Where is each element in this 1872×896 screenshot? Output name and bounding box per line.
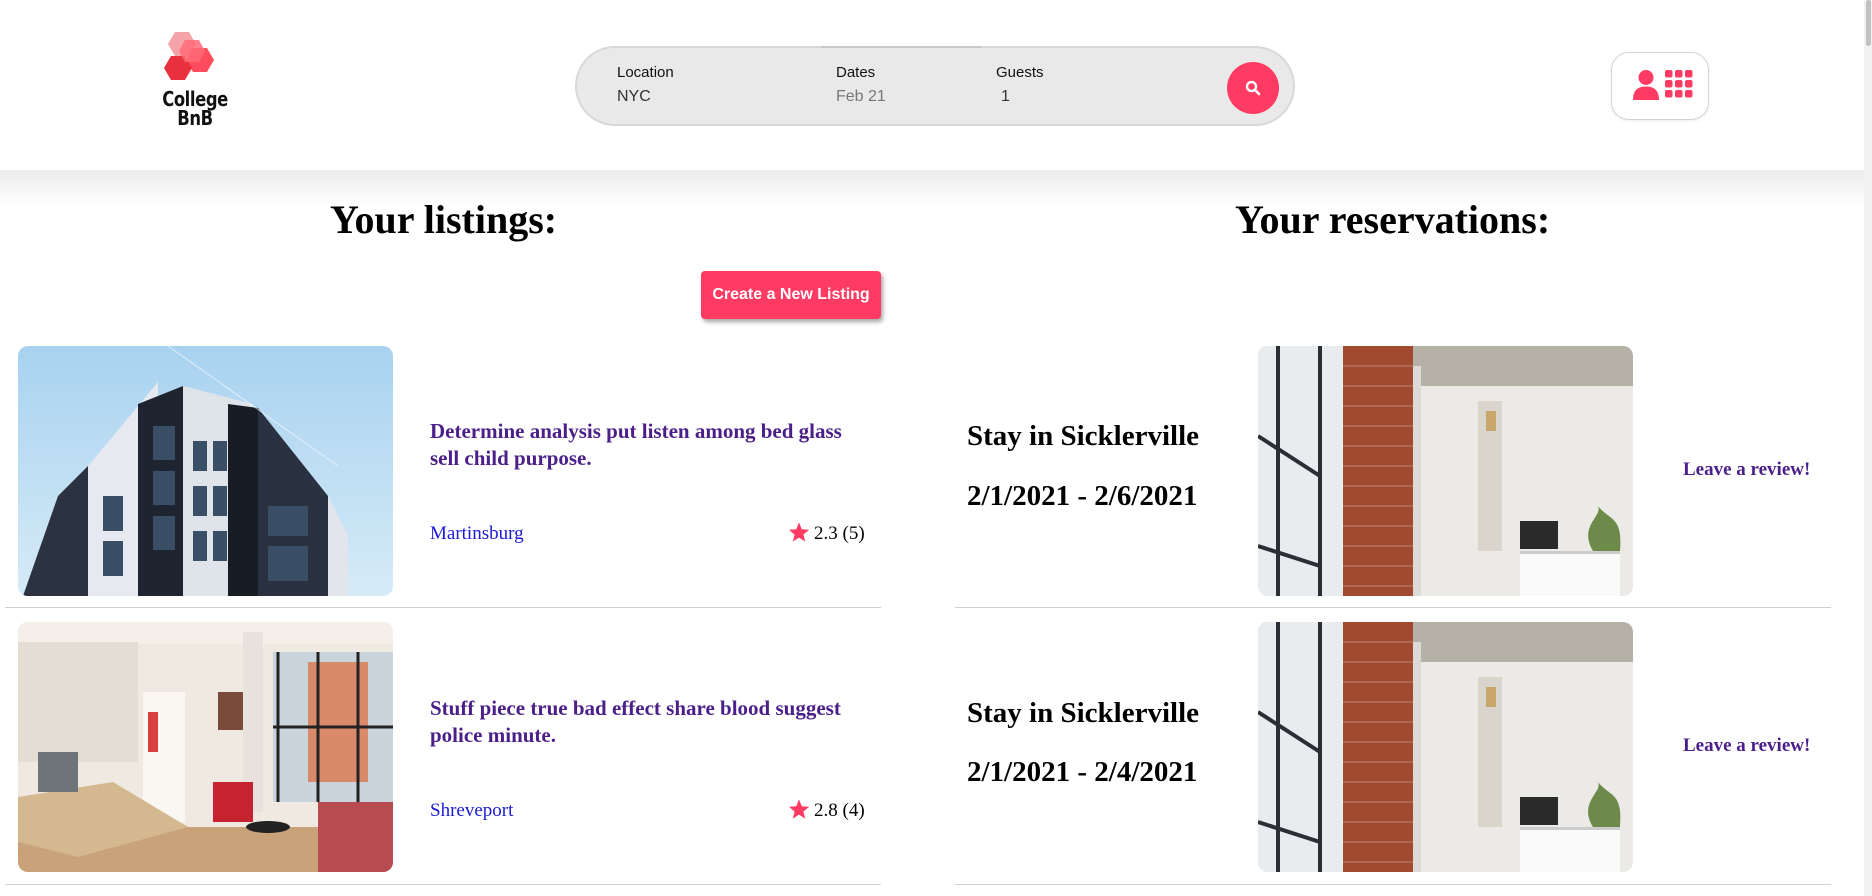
logo-text: College BnB bbox=[162, 89, 228, 130]
listing-image[interactable] bbox=[18, 622, 393, 872]
search-button[interactable] bbox=[1227, 62, 1279, 114]
user-menu-button[interactable] bbox=[1611, 52, 1709, 120]
top-header: College BnB Location NYC Dates Feb 21 Gu… bbox=[0, 0, 1872, 170]
dates-field[interactable]: Dates Feb 21 bbox=[836, 64, 886, 106]
leave-review-link[interactable]: Leave a review! bbox=[1683, 735, 1810, 757]
search-icon bbox=[1245, 80, 1261, 96]
listing-divider bbox=[5, 884, 881, 885]
dates-input[interactable]: Feb 21 bbox=[836, 88, 886, 106]
page-scrollbar[interactable] bbox=[1864, 0, 1872, 896]
grid-menu-icon bbox=[1665, 70, 1693, 98]
rating-value: 2.8 (4) bbox=[814, 800, 865, 821]
listing-image[interactable] bbox=[18, 346, 393, 596]
reservation-divider bbox=[955, 607, 1831, 608]
listing-title-link[interactable]: Stuff piece true bad effect share blood … bbox=[430, 695, 870, 749]
logo-hexagons-icon bbox=[164, 32, 214, 80]
reservation-image[interactable] bbox=[1258, 622, 1633, 872]
search-bar-divider bbox=[821, 46, 981, 48]
reservation-divider bbox=[955, 884, 1831, 885]
brick-wall-loft-photo bbox=[1258, 346, 1633, 596]
listing-title-link[interactable]: Determine analysis put listen among bed … bbox=[430, 418, 870, 472]
search-bar[interactable]: Location NYC Dates Feb 21 Guests 1 bbox=[575, 46, 1295, 126]
brick-wall-loft-photo bbox=[1258, 622, 1633, 872]
reservation-dates: 2/1/2021 - 2/4/2021 bbox=[967, 756, 1198, 788]
guests-label: Guests bbox=[996, 64, 1044, 81]
star-icon bbox=[788, 522, 810, 542]
reservation-image[interactable] bbox=[1258, 346, 1633, 596]
header-shadow bbox=[0, 170, 1872, 206]
reservations-heading: Your reservations: bbox=[1235, 197, 1551, 242]
listings-heading: Your listings: bbox=[330, 197, 558, 242]
listing-divider bbox=[5, 607, 881, 608]
listing-city-link[interactable]: Shreveport bbox=[430, 800, 513, 822]
reservation-place: Stay in Sicklerville bbox=[967, 420, 1199, 452]
logo-text-line2: BnB bbox=[177, 106, 213, 130]
user-icon bbox=[1633, 70, 1659, 100]
star-icon bbox=[788, 799, 810, 819]
leave-review-link[interactable]: Leave a review! bbox=[1683, 459, 1810, 481]
location-field[interactable]: Location NYC bbox=[617, 64, 674, 106]
location-input[interactable]: NYC bbox=[617, 88, 674, 106]
rating-value: 2.3 (5) bbox=[814, 523, 865, 544]
living-room-interior-photo bbox=[18, 622, 393, 872]
reservation-place: Stay in Sicklerville bbox=[967, 697, 1199, 729]
listing-rating: 2.3 (5) bbox=[788, 522, 865, 545]
scrollbar-thumb[interactable] bbox=[1866, 0, 1871, 46]
dates-label: Dates bbox=[836, 64, 876, 81]
guests-field[interactable]: Guests 1 bbox=[996, 64, 1044, 106]
location-label: Location bbox=[617, 64, 674, 81]
create-listing-button[interactable]: Create a New Listing bbox=[701, 271, 881, 319]
listing-rating: 2.8 (4) bbox=[788, 799, 865, 822]
reservation-dates: 2/1/2021 - 2/6/2021 bbox=[967, 480, 1198, 512]
college-bnb-logo[interactable]: College BnB bbox=[155, 30, 235, 140]
modern-apartment-building-photo bbox=[18, 346, 393, 596]
listing-city-link[interactable]: Martinsburg bbox=[430, 523, 524, 545]
guests-input[interactable]: 1 bbox=[996, 88, 1044, 106]
